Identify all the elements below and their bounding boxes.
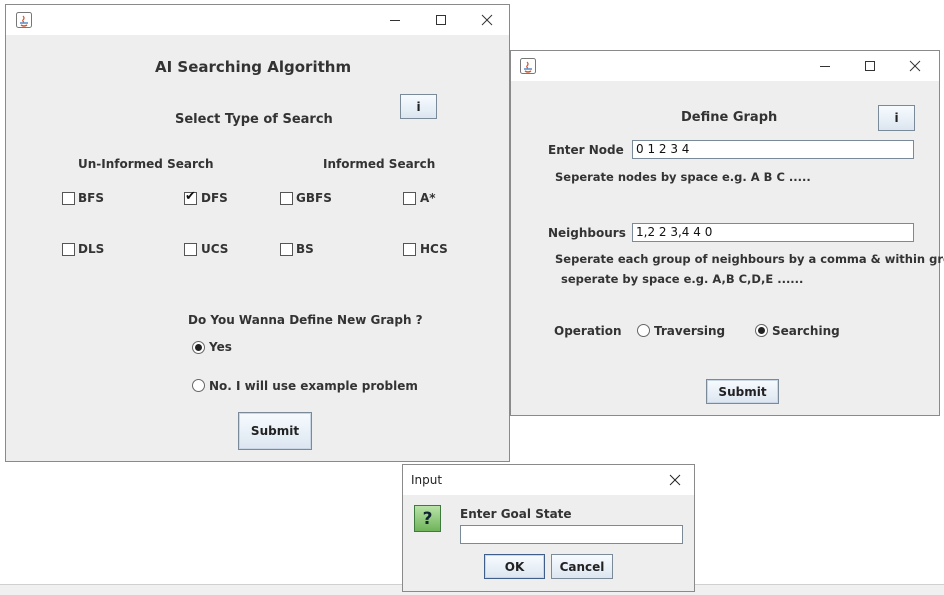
close-button[interactable] [655,465,695,495]
graph-submit-button[interactable]: Submit [706,379,779,404]
enter-node-input[interactable]: 0 1 2 3 4 [632,140,914,159]
goal-state-input[interactable] [460,525,683,544]
checkbox-dls[interactable] [62,243,75,256]
check-mark-icon: ✔ [185,189,196,204]
checkbox-gbfs[interactable] [280,192,293,205]
checkbox-dls-label: DLS [78,242,105,256]
checkbox-bs[interactable] [280,243,293,256]
informed-search-label: Informed Search [323,157,436,171]
maximize-button[interactable] [418,5,464,35]
radio-selected-dot [758,327,765,334]
uninformed-search-label: Un-Informed Search [78,157,214,171]
neighbours-input[interactable]: 1,2 2 3,4 4 0 [632,223,914,242]
question-mark-glyph: ? [422,508,433,529]
checkbox-gbfs-label: GBFS [296,191,332,205]
neighbours-label: Neighbours [548,226,626,240]
ok-button[interactable]: OK [484,554,545,579]
enter-node-label: Enter Node [548,143,624,157]
close-button[interactable] [892,51,938,81]
app-heading: AI Searching Algorithm [155,58,352,76]
define-graph-window: Define Graph i Enter Node 0 1 2 3 4 Sepe… [510,50,944,416]
checkbox-bs-label: BS [296,242,314,256]
maximize-button[interactable] [847,51,893,81]
radio-yes-label: Yes [209,340,232,354]
checkbox-ucs[interactable] [184,243,197,256]
radio-traversing[interactable] [637,324,650,337]
checkbox-astar-label: A* [420,191,436,205]
checkbox-dfs[interactable]: ✔ [184,189,197,205]
checkbox-bfs[interactable] [62,192,75,205]
main-window: AI Searching Algorithm Select Type of Se… [5,4,510,462]
dialog-title: Input [411,473,443,487]
goal-state-prompt: Enter Goal State [460,507,572,521]
define-graph-question: Do You Wanna Define New Graph ? [188,313,423,327]
radio-no-label: No. I will use example problem [209,379,418,393]
main-submit-button[interactable]: Submit [238,412,312,450]
java-app-icon [520,58,536,74]
select-type-label: Select Type of Search [175,112,333,127]
close-button[interactable] [464,5,510,35]
minimize-button[interactable] [802,51,848,81]
checkbox-dfs-label: DFS [201,191,228,205]
info-button[interactable]: i [400,94,437,119]
java-app-icon [16,12,32,28]
operation-label: Operation [554,324,622,338]
minimize-button[interactable] [372,5,418,35]
define-graph-heading: Define Graph [681,110,778,125]
checkbox-bfs-label: BFS [78,191,104,205]
neighbours-hint-line1: Seperate each group of neighbours by a c… [555,252,944,266]
radio-yes[interactable] [192,341,205,354]
checkbox-ucs-label: UCS [201,242,229,256]
radio-no[interactable] [192,379,205,392]
main-window-titlebar [6,5,509,35]
cancel-button[interactable]: Cancel [551,554,613,579]
graph-info-button[interactable]: i [878,105,915,131]
input-dialog-titlebar: Input [403,465,694,495]
checkbox-hcs-label: HCS [420,242,448,256]
node-hint: Seperate nodes by space e.g. A B C ..... [555,170,811,184]
radio-searching-label: Searching [772,324,840,338]
radio-searching[interactable] [755,324,768,337]
input-dialog: Input ? Enter Goal State OK Cancel [402,464,695,592]
radio-selected-dot [195,344,202,351]
checkbox-hcs[interactable] [403,243,416,256]
checkbox-astar[interactable] [403,192,416,205]
radio-traversing-label: Traversing [654,324,726,338]
question-icon: ? [414,505,441,532]
neighbours-hint-line2: seperate by space e.g. A,B C,D,E ...... [561,272,804,286]
graph-window-titlebar [511,51,939,81]
